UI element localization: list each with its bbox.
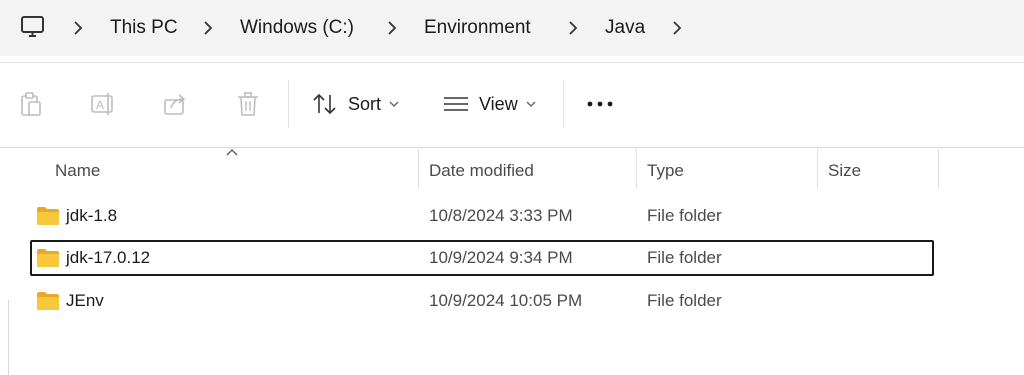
address-bar[interactable]: This PC Windows (C:) Environment Java [0, 0, 1024, 56]
breadcrumb-chevron-icon[interactable] [667, 16, 687, 40]
column-divider[interactable] [636, 149, 637, 189]
sort-ascending-icon [226, 149, 238, 156]
column-header-date-modified[interactable]: Date modified [429, 160, 534, 182]
breadcrumb-chevron-icon[interactable] [563, 16, 583, 40]
toolbar-separator [288, 80, 289, 128]
column-header-name[interactable]: Name [55, 160, 100, 182]
toolbar-bottom-border [0, 147, 1024, 148]
breadcrumb-chevron-icon[interactable] [68, 16, 88, 40]
breadcrumb-chevron-icon[interactable] [382, 16, 402, 40]
chevron-down-icon [526, 101, 536, 107]
toolbar-separator [563, 80, 564, 128]
file-date-modified: 10/9/2024 10:05 PM [429, 291, 583, 310]
column-header-size[interactable]: Size [828, 160, 861, 182]
breadcrumb-chevron-icon[interactable] [198, 16, 218, 40]
paste-icon[interactable] [17, 90, 45, 118]
column-divider[interactable] [418, 149, 419, 189]
file-row-selected[interactable]: jdk-17.0.12 10/9/2024 9:34 PM File folde… [30, 240, 934, 276]
view-icon [444, 97, 468, 111]
sort-button-label: Sort [348, 93, 382, 114]
chevron-down-icon [389, 101, 399, 107]
file-date-modified: 10/9/2024 9:34 PM [429, 248, 573, 267]
share-icon[interactable] [161, 90, 189, 118]
file-row[interactable]: JEnv 10/9/2024 10:05 PM File folder [30, 283, 934, 319]
folder-icon [37, 292, 59, 310]
breadcrumb-this-pc[interactable]: This PC [110, 16, 178, 40]
sort-icon [313, 93, 336, 115]
file-type: File folder [647, 291, 722, 310]
file-name: jdk-1.8 [66, 206, 118, 225]
delete-icon[interactable] [234, 90, 262, 118]
column-header-type[interactable]: Type [647, 160, 684, 182]
folder-icon [37, 249, 59, 267]
file-name: jdk-17.0.12 [66, 248, 151, 267]
file-row[interactable]: jdk-1.8 10/8/2024 3:33 PM File folder [30, 198, 934, 234]
svg-text:A: A [96, 98, 104, 112]
breadcrumb-environment[interactable]: Environment [424, 16, 531, 40]
navigation-pane-edge [8, 300, 9, 375]
more-options-icon[interactable] [586, 94, 616, 114]
column-divider[interactable] [817, 149, 818, 189]
breadcrumb-windows-c[interactable]: Windows (C:) [240, 16, 354, 40]
file-type: File folder [647, 248, 722, 267]
this-pc-icon[interactable] [20, 14, 46, 40]
breadcrumb-java[interactable]: Java [605, 16, 645, 40]
file-name: JEnv [66, 291, 104, 310]
file-type: File folder [647, 206, 722, 225]
file-date-modified: 10/8/2024 3:33 PM [429, 206, 573, 225]
rename-icon[interactable]: A [89, 90, 117, 118]
folder-icon [37, 207, 59, 225]
sort-button[interactable]: Sort [312, 88, 399, 120]
view-button-label: View [479, 93, 518, 114]
view-button[interactable]: View [443, 88, 536, 120]
column-divider[interactable] [938, 149, 939, 189]
